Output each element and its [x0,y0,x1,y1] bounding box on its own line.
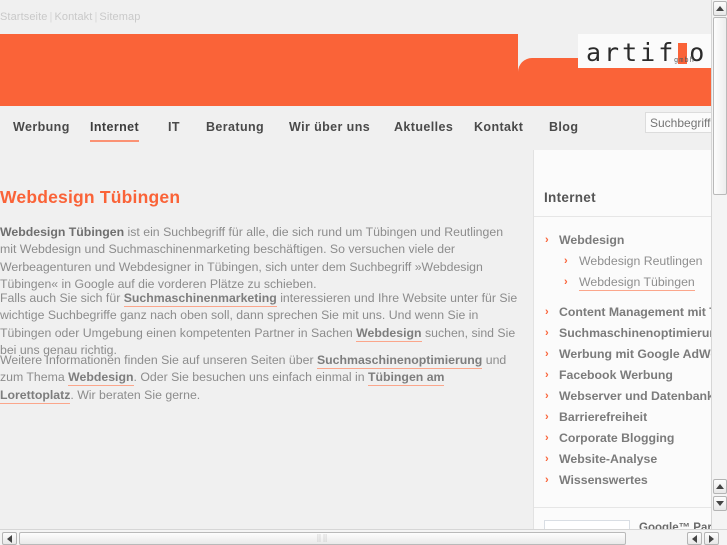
content-area: Webdesign Tübingen Webdesign Tübingen is… [0,150,711,529]
adwords-partner-box[interactable]: Google™ ADWORDS ZERTIFIZIERTER PARTNER G… [534,507,711,529]
nav-item-wir-ueber-uns[interactable]: Wir über uns [289,120,370,140]
chevron-right-icon: › [545,474,549,486]
chevron-right-icon: › [545,234,549,246]
chevron-right-icon: › [545,369,549,381]
google-adwords-badge: Google™ ADWORDS ZERTIFIZIERTER PARTNER [544,520,630,529]
chevron-right-icon: › [545,327,549,339]
paragraph-text: . Wir beraten Sie gerne. [70,387,201,402]
scroll-down-button[interactable] [713,496,727,511]
chevron-right-icon: › [545,348,549,360]
nav-item-beratung[interactable]: Beratung [206,120,264,140]
sidebar-item-label: Content Management mit TYPO3 [559,305,711,319]
chevron-right-icon: › [545,432,549,444]
chevron-right-icon: › [545,306,549,318]
nav-item-aktuelles[interactable]: Aktuelles [394,120,453,140]
web-page: Startseite|Kontakt|Sitemap artifor gmbh … [0,0,711,529]
scroll-right-button[interactable] [704,532,719,545]
inline-link[interactable]: Webdesign [356,325,422,342]
partner-description: Google™ Partner orange ist Google AdWord… [639,520,711,529]
scroll-up-button[interactable] [713,1,727,16]
sidebar-item-webdesign-t-bingen[interactable]: › Webdesign Tübingen [534,272,711,293]
nav-item-kontakt[interactable]: Kontakt [474,120,523,140]
sidebar-item-label: Facebook Werbung [559,368,673,382]
sidebar: Internet › Webdesign › Webdesign Reutlingen… [533,150,711,529]
sidebar-item-werbung-mit-google-adwords[interactable]: › Werbung mit Google AdWords [534,344,711,365]
header-banner: artifor gmbh [0,34,711,106]
sidebar-item-label: Webdesign Tübingen [579,275,695,291]
site-logo[interactable]: artifor gmbh [578,34,711,68]
sidebar-item-label: Wissenswertes [559,473,648,487]
horizontal-scrollbar-thumb[interactable]: ⣿⣿ [19,532,626,545]
utility-links: Startseite | Kontakt | Sitemap [0,11,140,23]
partner-headline: Google™ Partner [639,522,711,529]
chevron-right-icon: › [545,390,549,402]
sidebar-item-label: Webserver und Datenbanken [559,389,711,403]
nav-item-werbung[interactable]: Werbung [13,120,70,140]
sidebar-item-label: Webdesign [559,233,625,247]
sidebar-heading: Internet [534,150,711,217]
scrollbar-grip-icon: ⣿⣿ [316,534,329,542]
link-startseite[interactable]: Startseite [0,11,47,23]
sidebar-item-label: Barrierefreiheit [559,410,648,424]
chevron-right-icon: › [564,276,568,288]
vertical-scrollbar-thumb[interactable] [713,17,727,195]
sidebar-item-suchmaschinenoptimierung[interactable]: › Suchmaschinenoptimierung [534,323,711,344]
sidebar-item-webdesign[interactable]: › Webdesign [534,230,711,251]
nav-item-blog[interactable]: Blog [549,120,578,140]
paragraph-more-info: Weitere Informationen finden Sie auf uns… [0,352,518,404]
sidebar-item-label: Werbung mit Google AdWords [559,347,711,361]
nav-item-internet[interactable]: Internet [90,120,140,142]
arrow-up-icon [716,6,724,11]
chevron-right-icon: › [564,255,568,267]
sidebar-item-label: Webdesign Reutlingen [579,254,703,268]
sidebar-item-label: Suchmaschinenoptimierung [559,326,711,340]
scroll-left-button-inner[interactable] [687,532,702,545]
sidebar-item-label: Corporate Blogging [559,431,675,445]
sidebar-item-corporate-blogging[interactable]: › Corporate Blogging [534,428,711,449]
paragraph-text: . Oder Sie besuchen uns einfach einmal i… [133,370,368,385]
arrow-up-icon [716,484,724,489]
sidebar-item-website-analyse[interactable]: › Website-Analyse [534,449,711,470]
banner-block-left [0,34,518,106]
chevron-right-icon: › [545,411,549,423]
sidebar-item-barrierefreiheit[interactable]: › Barrierefreiheit [534,407,711,428]
arrow-left-icon [7,534,12,543]
logo-subtitle: gmbh [674,56,695,64]
sidebar-item-label: Website-Analyse [559,452,658,466]
browser-viewport: Startseite|Kontakt|Sitemap artifor gmbh … [0,0,711,529]
search-input[interactable] [645,112,711,133]
sidebar-menu: › Webdesign › Webdesign Reutlingen › Webdesig… [534,217,711,495]
arrow-left-icon [692,534,697,543]
inline-link[interactable]: Suchmaschinenmarketing [123,291,277,307]
link-sitemap[interactable]: Sitemap [99,11,140,23]
scroll-left-button[interactable] [2,532,17,545]
paragraph-intro: Webdesign Tübingen ist ein Suchbegriff f… [0,224,518,294]
top-utility-bar: Startseite | Kontakt | Sitemap [0,0,711,34]
paragraph-text: Weitere Informationen finden Sie auf uns… [0,353,317,367]
nav-item-it[interactable]: IT [168,120,180,140]
paragraph-bold: Webdesign Tübingen [0,225,125,239]
sidebar-item-facebook-werbung[interactable]: › Facebook Werbung [534,365,711,386]
arrow-right-icon [709,534,714,543]
chevron-right-icon: › [545,453,549,465]
vertical-scrollbar[interactable] [711,0,727,529]
inline-link[interactable]: Suchmaschinenoptimierung [316,353,483,369]
sidebar-item-wissenswertes[interactable]: › Wissenswertes [534,470,711,491]
logo-text-before: artif [586,37,677,67]
main-navigation: Werbung Internet IT Beratung Wir über un… [0,106,711,150]
link-kontakt[interactable]: Kontakt [54,11,92,23]
arrow-down-icon [716,501,724,506]
sidebar-item-webserver-und-datenbanken[interactable]: › Webserver und Datenbanken [534,386,711,407]
page-title: Webdesign Tübingen [0,187,181,207]
horizontal-scrollbar[interactable]: ⣿⣿ [0,529,727,545]
sidebar-item-content-management-mit-typo3[interactable]: › Content Management mit TYPO3 [534,302,711,323]
sidebar-item-webdesign-reutlingen[interactable]: › Webdesign Reutlingen [534,251,711,272]
paragraph-text: Falls auch Sie sich für [0,291,124,305]
paragraph-services: Falls auch Sie sich für Suchmaschinenmar… [0,290,518,360]
scroll-down-button-inner[interactable] [713,479,727,494]
inline-link[interactable]: Webdesign [68,370,134,387]
